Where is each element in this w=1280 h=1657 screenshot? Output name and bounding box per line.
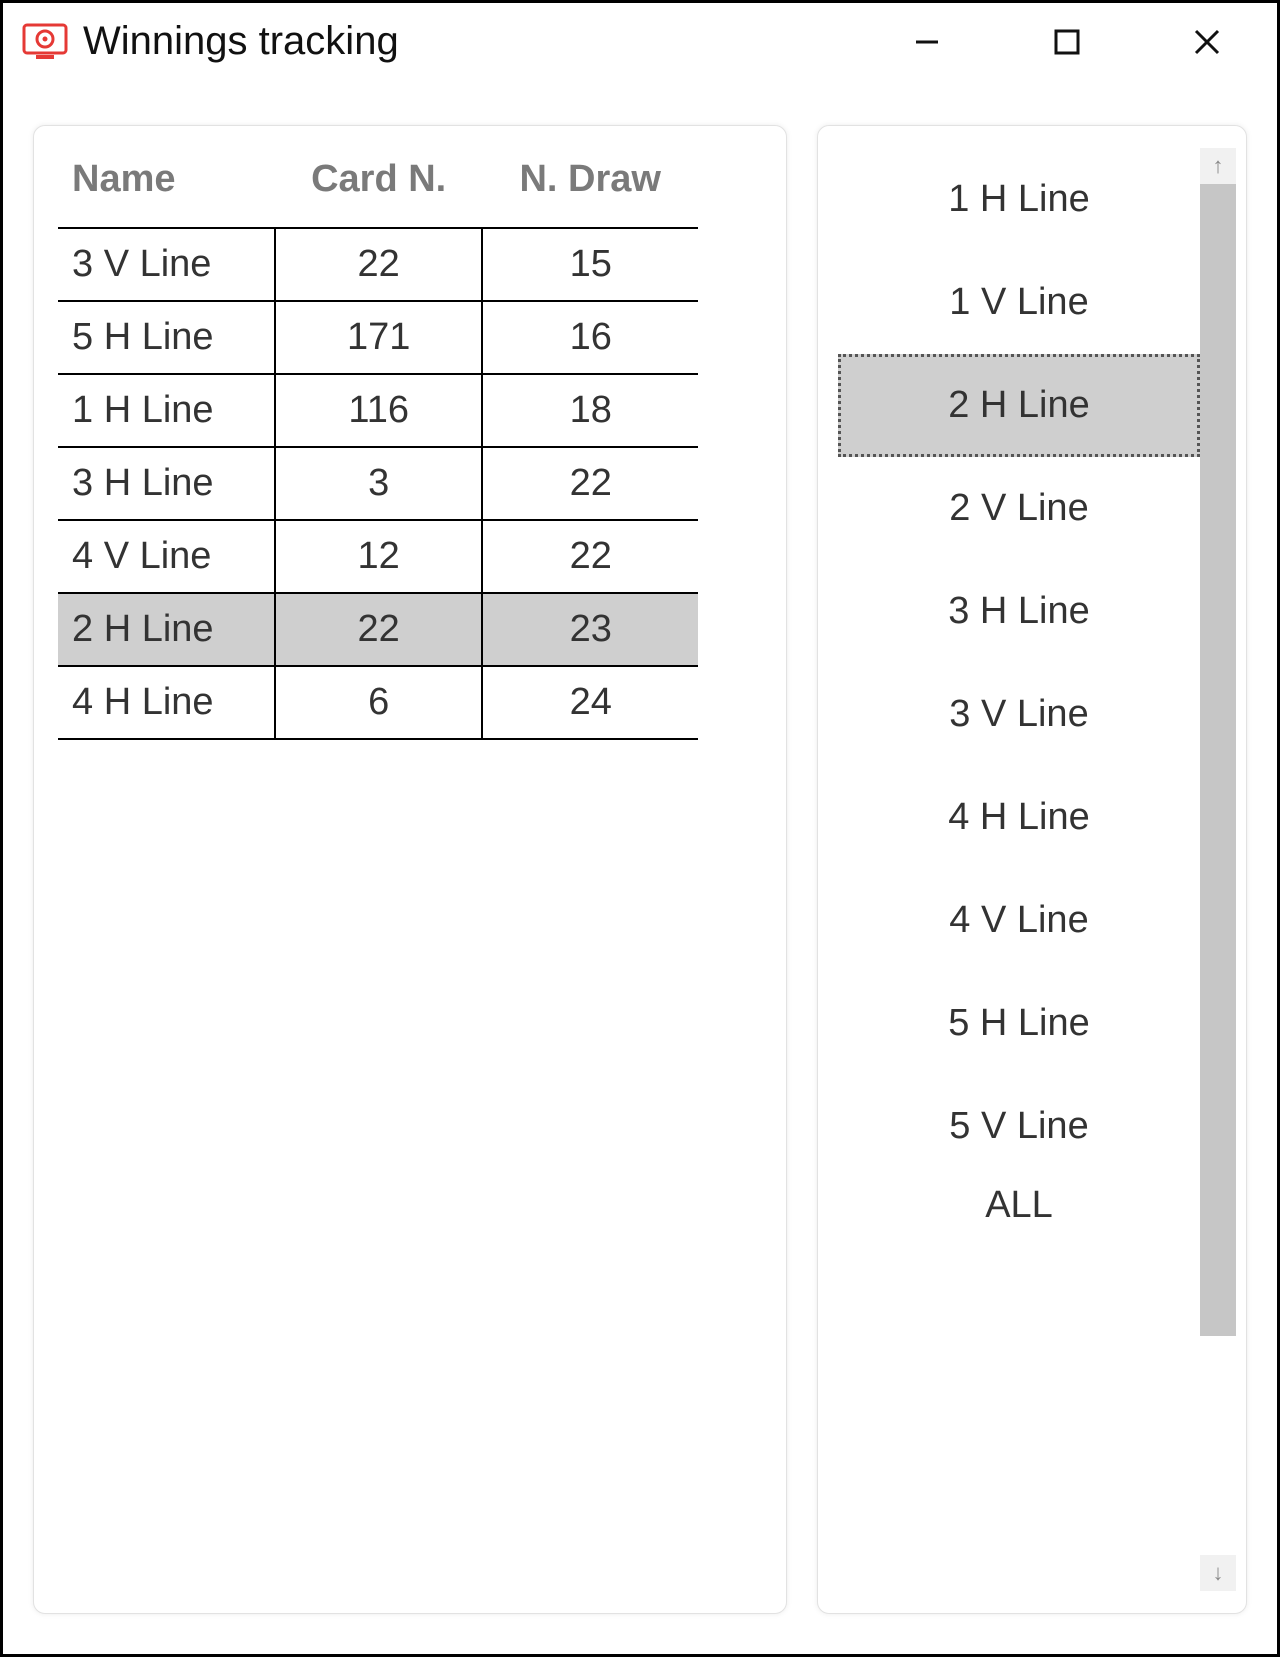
- cell-n-draw: 23: [482, 593, 698, 666]
- close-button[interactable]: [1137, 3, 1277, 81]
- client-area: Name Card N. N. Draw 3 V Line22155 H Lin…: [3, 81, 1277, 1654]
- cell-name: 1 H Line: [58, 374, 275, 447]
- cell-name: 5 H Line: [58, 301, 275, 374]
- cell-n-draw: 22: [482, 520, 698, 593]
- table-row[interactable]: 4 V Line1222: [58, 520, 698, 593]
- list-item[interactable]: 5 H Line: [838, 972, 1200, 1075]
- cell-card-n: 22: [275, 593, 483, 666]
- table-row[interactable]: 3 H Line322: [58, 447, 698, 520]
- cell-n-draw: 24: [482, 666, 698, 739]
- filter-list-wrap: 1 H Line1 V Line2 H Line2 V Line3 H Line…: [838, 148, 1200, 1591]
- filter-list[interactable]: 1 H Line1 V Line2 H Line2 V Line3 H Line…: [838, 148, 1200, 1591]
- maximize-button[interactable]: [997, 3, 1137, 81]
- cell-card-n: 116: [275, 374, 483, 447]
- cell-name: 4 H Line: [58, 666, 275, 739]
- minimize-button[interactable]: [857, 3, 997, 81]
- list-item[interactable]: 2 H Line: [838, 354, 1200, 457]
- list-item[interactable]: 3 H Line: [838, 560, 1200, 663]
- arrow-up-icon: ↑: [1213, 153, 1224, 179]
- filter-panel: 1 H Line1 V Line2 H Line2 V Line3 H Line…: [817, 125, 1247, 1614]
- scroll-up-button[interactable]: ↑: [1200, 148, 1236, 184]
- list-item[interactable]: 2 V Line: [838, 457, 1200, 560]
- scrollbar[interactable]: ↑ ↓: [1200, 148, 1236, 1591]
- list-item[interactable]: 1 V Line: [838, 251, 1200, 354]
- cell-name: 2 H Line: [58, 593, 275, 666]
- col-header-name: Name: [58, 148, 275, 228]
- scroll-down-button[interactable]: ↓: [1200, 1555, 1236, 1591]
- list-item[interactable]: 3 V Line: [838, 663, 1200, 766]
- results-panel: Name Card N. N. Draw 3 V Line22155 H Lin…: [33, 125, 787, 1614]
- cell-card-n: 6: [275, 666, 483, 739]
- window-title: Winnings tracking: [83, 19, 399, 64]
- col-header-n-draw: N. Draw: [482, 148, 698, 228]
- cell-n-draw: 18: [482, 374, 698, 447]
- cell-card-n: 22: [275, 228, 483, 301]
- window-frame: Winnings tracking Name Card N. N. Draw: [0, 0, 1280, 1657]
- cell-card-n: 3: [275, 447, 483, 520]
- app-icon: [21, 22, 69, 62]
- scroll-track[interactable]: [1200, 184, 1236, 1555]
- table-row[interactable]: 3 V Line2215: [58, 228, 698, 301]
- list-item[interactable]: 4 H Line: [838, 766, 1200, 869]
- results-table[interactable]: Name Card N. N. Draw 3 V Line22155 H Lin…: [58, 148, 698, 740]
- table-row[interactable]: 4 H Line624: [58, 666, 698, 739]
- cell-n-draw: 15: [482, 228, 698, 301]
- cell-card-n: 171: [275, 301, 483, 374]
- title-bar: Winnings tracking: [3, 3, 1277, 81]
- table-header-row: Name Card N. N. Draw: [58, 148, 698, 228]
- cell-n-draw: 16: [482, 301, 698, 374]
- col-header-card-n: Card N.: [275, 148, 483, 228]
- table-row[interactable]: 5 H Line17116: [58, 301, 698, 374]
- cell-name: 3 V Line: [58, 228, 275, 301]
- list-item[interactable]: 4 V Line: [838, 869, 1200, 972]
- scroll-thumb[interactable]: [1200, 184, 1236, 1336]
- cell-name: 4 V Line: [58, 520, 275, 593]
- cell-name: 3 H Line: [58, 447, 275, 520]
- table-row[interactable]: 2 H Line2223: [58, 593, 698, 666]
- list-item[interactable]: 1 H Line: [838, 148, 1200, 251]
- arrow-down-icon: ↓: [1213, 1560, 1224, 1586]
- table-row[interactable]: 1 H Line11618: [58, 374, 698, 447]
- cell-card-n: 12: [275, 520, 483, 593]
- cell-n-draw: 22: [482, 447, 698, 520]
- list-item[interactable]: ALL: [838, 1178, 1200, 1228]
- list-item[interactable]: 5 V Line: [838, 1075, 1200, 1178]
